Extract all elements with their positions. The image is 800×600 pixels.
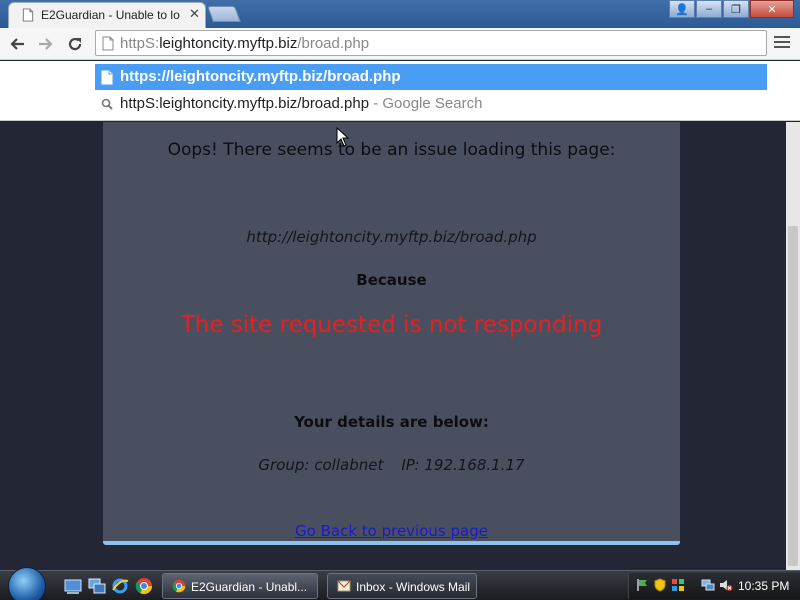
title-bar: E2Guardian - Unable to lo ✕ 👤 – ❐ ✕ (0, 0, 800, 28)
go-back-link[interactable]: Go Back to previous page (103, 522, 680, 540)
suggestion-search-suffix: - Google Search (369, 95, 483, 112)
system-tray: 10:35 PM (628, 573, 800, 599)
windows-update-icon[interactable] (671, 578, 685, 592)
show-desktop-icon[interactable] (64, 577, 82, 595)
blocked-url: http://leightoncity.myftp.biz/broad.php (246, 228, 537, 246)
start-button[interactable] (8, 567, 46, 600)
arrow-right-icon (39, 38, 53, 50)
volume-muted-icon[interactable] (719, 578, 733, 592)
mouse-cursor-icon (336, 127, 350, 147)
tab-title: E2Guardian - Unable to lo (41, 8, 180, 22)
suggestion-search[interactable]: httpS:leightoncity.myftp.biz/broad.php -… (95, 91, 767, 117)
chrome-icon[interactable] (135, 577, 153, 595)
maximize-button[interactable]: ❐ (723, 0, 749, 18)
suggestion-search-text: httpS:leightoncity.myftp.biz/broad.php -… (120, 95, 482, 112)
suggestion-url[interactable]: https://leightoncity.myftp.biz/broad.php (95, 64, 767, 90)
minimize-button[interactable]: – (696, 0, 722, 18)
system-clock: 10:35 PM (738, 579, 790, 593)
internet-explorer-icon[interactable] (111, 577, 129, 595)
new-tab-button[interactable] (207, 6, 241, 22)
taskbar-item-label: E2Guardian - Unabl... (191, 580, 308, 594)
forward-button[interactable] (35, 33, 57, 55)
network-icon[interactable] (701, 578, 715, 592)
back-button[interactable] (6, 33, 28, 55)
ip-text: IP: 192.168.1.17 (401, 456, 525, 474)
page-icon (102, 36, 114, 51)
omnibox-suggestions: https://leightoncity.myftp.biz/broad.php… (0, 61, 800, 121)
taskbar-item-chrome[interactable]: E2Guardian - Unabl... (162, 573, 318, 599)
taskbar: E2Guardian - Unabl... Inbox - Windows Ma… (0, 567, 800, 600)
tab-e2guardian[interactable]: E2Guardian - Unable to lo ✕ (8, 2, 206, 28)
error-panel: Oops! There seems to be an issue loading… (103, 122, 680, 545)
reload-button[interactable] (64, 33, 86, 55)
because-label: Because (356, 271, 427, 289)
chrome-icon (172, 579, 186, 593)
details-heading: Your details are below: (294, 413, 489, 431)
window-controls: 👤 – ❐ ✕ (668, 0, 794, 20)
address-bar[interactable]: httpS:leightoncity.myftp.biz/broad.php (95, 30, 767, 56)
close-window-button[interactable]: ✕ (750, 0, 794, 18)
scrollbar-thumb[interactable] (788, 226, 798, 566)
taskbar-item-windows-mail[interactable]: Inbox - Windows Mail (327, 573, 477, 599)
address-path: /broad.php (297, 35, 370, 52)
page-icon (22, 8, 34, 22)
user-details: Group: collabnet IP: 192.168.1.17 (103, 456, 680, 474)
group-text: Group: collabnet (258, 456, 384, 474)
taskbar-item-label: Inbox - Windows Mail (356, 580, 471, 594)
page-icon (101, 70, 113, 85)
user-profile-button[interactable]: 👤 (669, 0, 695, 18)
suggestion-search-query: httpS:leightoncity.myftp.biz/broad.php (120, 95, 370, 112)
suggestion-url-text: https://leightoncity.myftp.biz/broad.php (120, 68, 401, 85)
address-scheme: httpS: (120, 35, 160, 52)
tray-flag-icon[interactable] (635, 578, 649, 592)
tab-close-icon[interactable]: ✕ (189, 7, 200, 21)
switch-windows-icon[interactable] (88, 577, 106, 595)
reload-icon (68, 37, 82, 51)
chrome-menu-button[interactable] (774, 36, 790, 50)
search-icon (101, 98, 113, 110)
address-text: httpS:leightoncity.myftp.biz/broad.php (120, 35, 369, 52)
arrow-left-icon (10, 38, 24, 50)
mail-icon (337, 580, 351, 592)
security-shield-icon[interactable] (653, 578, 667, 592)
vertical-scrollbar[interactable] (786, 122, 800, 570)
error-heading: Oops! There seems to be an issue loading… (167, 140, 616, 160)
address-host: leightoncity.myftp.biz (159, 35, 298, 52)
error-message: The site requested is not responding (180, 312, 603, 338)
